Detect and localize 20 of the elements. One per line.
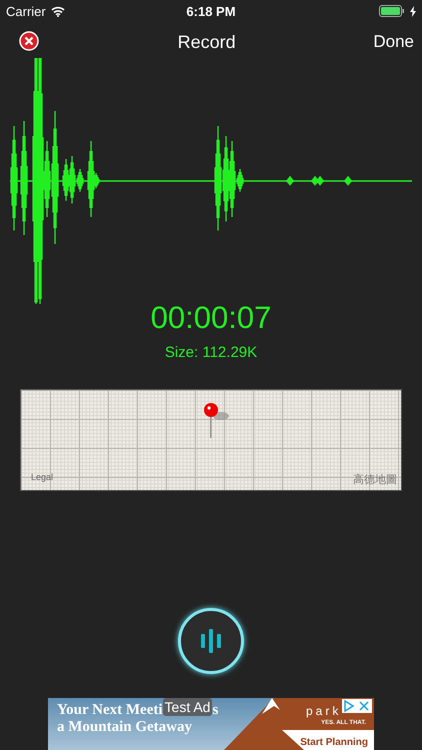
ad-brand: park xyxy=(306,704,342,718)
ad-headline: s xyxy=(212,702,218,719)
file-size: Size: 112.29K xyxy=(164,344,258,361)
test-ad-label: Test Ad xyxy=(162,698,212,716)
close-button[interactable] xyxy=(18,31,40,53)
status-time: 6:18 PM xyxy=(186,4,236,18)
done-button[interactable]: Done xyxy=(373,32,414,52)
ad-headline: a Mountain Getaway xyxy=(57,719,193,736)
legal-link[interactable]: Legal xyxy=(31,472,54,482)
elapsed-timer: 00:00:07 xyxy=(150,300,272,336)
ad-choices-icon[interactable] xyxy=(342,699,372,713)
battery-icon xyxy=(378,5,405,17)
map-provider-logo: 高德地圖 xyxy=(353,472,397,487)
map-view[interactable]: Legal 高德地圖 xyxy=(20,389,402,491)
wifi-icon xyxy=(50,6,65,16)
screen-title: Record xyxy=(178,32,236,52)
record-button[interactable] xyxy=(178,608,244,674)
carrier-label: Carrier xyxy=(6,4,46,18)
map-pin-icon xyxy=(204,403,229,438)
ad-headline: Your Next Meeti xyxy=(57,702,163,719)
